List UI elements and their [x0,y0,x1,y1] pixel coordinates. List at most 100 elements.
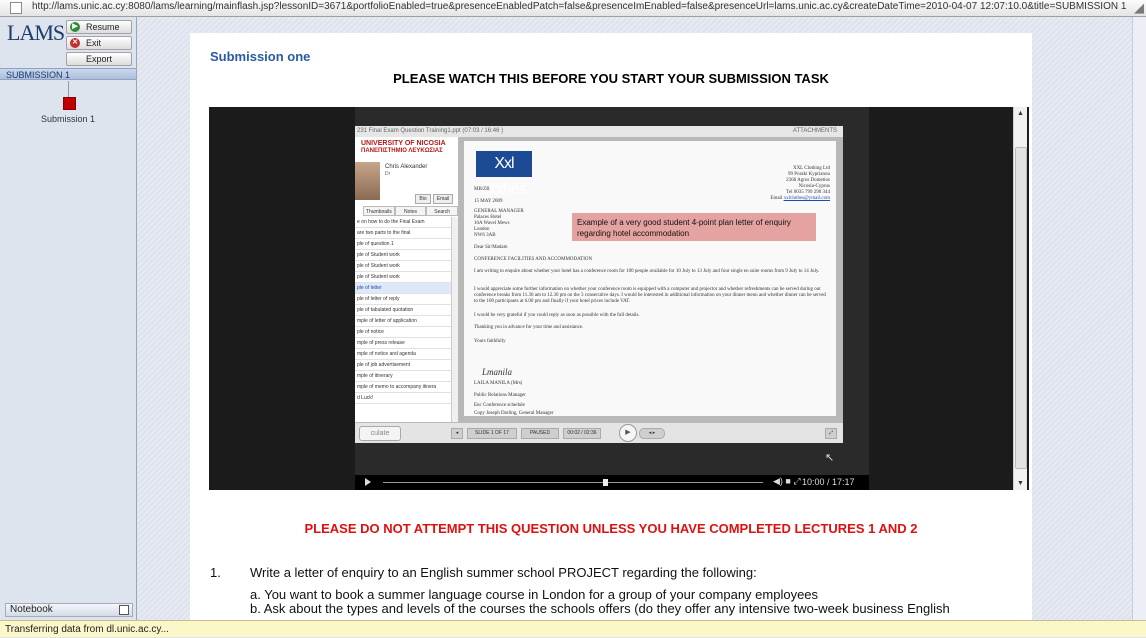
letter-ref: MB/ZB [474,187,490,192]
slide-outline: e on how to do the Final Exam are two par… [355,217,451,404]
playback-status: PAUSED [521,428,559,439]
recipient-line: NW6 3AB [474,233,496,238]
outline-item[interactable]: e on how to do the Final Exam [355,217,451,228]
lams-sidebar: LAMS ▶ Resume ✕ Exit Export SUBMISSION 1… [0,17,137,620]
letter-paragraph: Thanking you in advance for your time an… [474,325,584,330]
xxl-logo: Xxl clothes [476,151,532,198]
slide-time: 00:02 / 02:36 [563,428,601,439]
outline-item[interactable]: mple of letter of application [355,316,451,327]
scroll-thumb[interactable] [1015,147,1027,469]
page-headline: PLEASE WATCH THIS BEFORE YOU START YOUR … [393,71,829,86]
prev-next-icon[interactable]: ◂ ▸ [639,428,665,439]
lecturer-role: Dr [385,171,391,177]
tab-notes[interactable]: Notes [394,206,427,216]
letter-subject: CONFERENCE FACILITIES AND ACCOMMODATION [474,257,593,262]
exit-label: Exit [86,38,102,48]
annotation-callout: Example of a very good student 4-point p… [572,213,816,241]
slide-counter: SLIDE 1 OF 17 [467,428,517,439]
exit-button[interactable]: ✕ Exit [66,36,132,50]
bio-button[interactable]: Bio [415,194,431,204]
sender-address: XXL Clothing Ltd 99 Poraki Kyprianou 236… [770,166,830,202]
url-text: http://lams.unic.ac.cy:8080/lams/learnin… [32,1,1127,12]
question-item-a: a. You want to book a summer language co… [250,587,819,602]
outline-item[interactable]: ple of Student work [355,261,451,272]
outline-item[interactable]: ple of question 1 [355,239,451,250]
mouse-cursor-icon: ↖ [825,452,835,464]
presentation-header: 231 Final Exam Question Training1.ppt (0… [355,126,843,137]
sequence-title: SUBMISSION 1 [0,68,136,80]
lams-logo: LAMS [7,20,65,45]
notebook-expand-icon[interactable] [119,605,129,615]
resume-label: Resume [86,22,120,32]
articulate-logo: culate [359,426,401,441]
video-frame[interactable]: 231 Final Exam Question Training1.ppt (0… [355,107,869,490]
video-seek-bar[interactable] [383,482,763,483]
outline-item[interactable]: d Luck! [355,393,451,404]
exit-icon: ✕ [70,38,80,48]
tab-thumbnails[interactable]: Thumbnails [363,206,395,216]
presentation-sidebar: UNIVERSITY OF NICOSIA ΠΑΝΕΠΙΣΤΗΜΙΟ ΛΕΥΚΩ… [355,137,459,422]
outline-item[interactable]: mple of notice and agenda [355,349,451,360]
letter-enclosure: Enc Conference schedule [474,403,525,408]
resume-icon: ▶ [70,22,80,32]
tab-search[interactable]: Search [426,206,459,216]
video-time: 10:00 / 17:17 [802,477,855,487]
presentation-title: 231 Final Exam Question Training1.ppt (0… [357,128,504,134]
seek-handle[interactable] [603,479,609,486]
status-bar: Transferring data from dl.unic.ac.cy... [0,620,1146,637]
frame-scrollbar[interactable]: ▲ ▼ [1013,107,1027,490]
letter-copy: Copy Joseph Darling, General Manager [474,411,554,416]
outline-item[interactable]: ple of letter [355,283,451,294]
content-panel: Submission one PLEASE WATCH THIS BEFORE … [190,33,1032,620]
outline-item[interactable]: are two parts to the final [355,228,451,239]
lecturer-name: Chris Alexander [385,164,428,170]
export-button[interactable]: Export [66,52,132,66]
notebook-panel[interactable]: Notebook [5,603,133,617]
letter-recipient: GENERAL MANAGER Palaces Hotel 10A Wavel … [474,209,524,239]
letter-paragraph: I am writing to enquire about whether yo… [474,269,820,274]
question-number: 1. [210,565,221,580]
email-label: Email [770,196,783,201]
question-item-b: b. Ask about the types and levels of the… [250,601,950,616]
presentation-play-icon[interactable]: ▶ [619,424,637,442]
company-email-line: Email xxlclothes@ymail.com [770,196,830,202]
scroll-up-icon[interactable]: ▲ [1014,107,1027,120]
email-button[interactable]: Email [433,194,453,204]
page-scrollbar[interactable] [1132,17,1146,620]
letter-closing: Yours faithfully [474,339,506,344]
signature-image: Lmanila [482,367,513,377]
scroll-down-icon[interactable]: ▼ [1014,477,1027,490]
university-name-greek: ΠΑΝΕΠΙΣΤΗΜΙΟ ΛΕΥΚΩΣΙΑΣ [361,148,443,154]
embedded-video[interactable]: 231 Final Exam Question Training1.ppt (0… [209,107,1029,490]
activity-label[interactable]: Submission 1 [0,114,136,124]
fullscreen-icon[interactable]: ⤢ [825,428,837,439]
outline-item[interactable]: ple of tabulated quotation [355,305,451,316]
company-email: xxlclothes@ymail.com [783,196,830,201]
activity-node-icon[interactable] [63,97,76,110]
letter-salutation: Dear Sir/Madam [474,245,508,250]
window-corner-icon: ◢ [1134,0,1144,15]
volume-fullscreen-icons[interactable]: ◀) ■ ⤢ [773,476,801,487]
presentation-player: 231 Final Exam Question Training1.ppt (0… [355,126,843,443]
outline-item[interactable]: ple of Student work [355,250,451,261]
outline-item[interactable]: mple of press release [355,338,451,349]
submission-title: Submission one [210,49,311,64]
resume-button[interactable]: ▶ Resume [66,20,132,34]
address-bar[interactable]: http://lams.unic.ac.cy:8080/lams/learnin… [0,0,1146,17]
slide-area: Xxl clothes XXL Clothing Ltd 99 Poraki K… [459,137,843,422]
presentation-controls: culate ◂ SLIDE 1 OF 17 PAUSED 00:02 / 02… [355,422,843,443]
letter-paragraph: I would be very grateful if you could re… [474,313,640,318]
play-icon[interactable] [365,478,371,486]
volume-icon[interactable]: ◂ [451,428,463,439]
attachments-link[interactable]: ATTACHMENTS [793,126,837,137]
outline-scrollbar[interactable] [451,217,458,422]
outline-item[interactable]: ple of job advertisement [355,360,451,371]
outline-item[interactable]: ple of letter of reply [355,294,451,305]
outline-item[interactable]: ple of Student work [355,272,451,283]
letter-paragraph: I would appreciate some further informat… [474,287,826,304]
notebook-label: Notebook [10,604,53,615]
outline-item[interactable]: mple of itinerary [355,371,451,382]
lecturer-photo [355,162,380,200]
outline-item[interactable]: mple of memo to accompany itinera [355,382,451,393]
outline-item[interactable]: ple of notice [355,327,451,338]
